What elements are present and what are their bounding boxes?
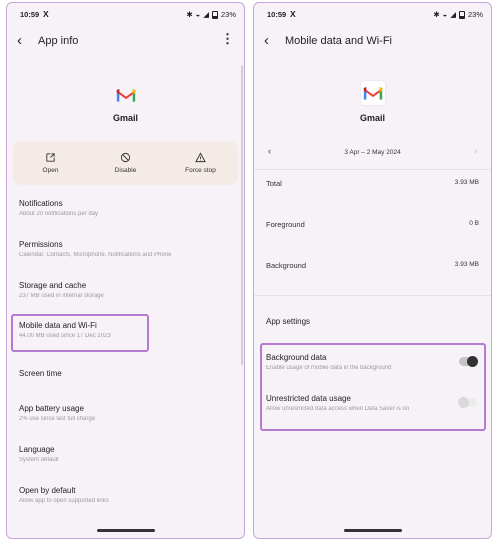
stat-value: 0 B xyxy=(469,220,479,227)
stat-label: Foreground xyxy=(266,220,305,229)
x-app-icon: X xyxy=(43,9,49,19)
divider xyxy=(254,295,491,296)
item-subtitle: Allow app to open supported links xyxy=(19,498,109,504)
stat-label: Total xyxy=(266,179,282,188)
foreground-usage-row: Foreground 0 B xyxy=(266,220,479,229)
item-title: Permissions xyxy=(19,240,63,249)
open-in-icon xyxy=(46,153,55,162)
app-bar: ‹ Mobile data and Wi-Fi xyxy=(254,29,491,55)
open-button[interactable]: Open xyxy=(13,141,88,185)
setting-subtitle: Allow unrestricted data access when Data… xyxy=(266,406,410,412)
app-icon-tile xyxy=(361,81,385,105)
toggle-knob xyxy=(458,396,469,408)
gmail-logo-icon xyxy=(116,89,136,102)
divider xyxy=(254,169,491,170)
open-label: Open xyxy=(42,167,59,174)
background-usage-row: Background 3.93 MB xyxy=(266,261,479,270)
unrestricted-data-toggle[interactable] xyxy=(458,396,477,408)
unrestricted-data-setting[interactable]: Unrestricted data usage Allow unrestrict… xyxy=(266,394,451,412)
background-data-toggle[interactable] xyxy=(459,355,478,367)
app-bar: ‹ App info ⋮ xyxy=(7,29,244,55)
open-by-default-item[interactable]: Open by default Allow app to open suppor… xyxy=(19,486,232,504)
battery-icon xyxy=(458,10,465,19)
item-subtitle: System default xyxy=(19,457,59,463)
disable-icon xyxy=(120,152,131,163)
battery-percent: 23% xyxy=(220,10,236,19)
page-title: App info xyxy=(38,35,79,47)
x-app-icon: X xyxy=(290,9,296,19)
warning-triangle-icon xyxy=(195,152,206,163)
background-data-setting[interactable]: Background data Enable usage of mobile d… xyxy=(266,353,451,371)
gesture-nav-bar[interactable] xyxy=(96,529,155,532)
gesture-nav-bar[interactable] xyxy=(343,529,402,532)
screen-time-item[interactable]: Screen time xyxy=(19,369,232,378)
status-time: 10:59 xyxy=(20,10,40,19)
item-title: Notifications xyxy=(19,199,63,208)
setting-subtitle: Enable usage of mobile data in the backg… xyxy=(266,365,392,371)
app-name: Gmail xyxy=(112,113,138,123)
scrollbar[interactable] xyxy=(241,65,243,365)
status-bar: 10:59 X ✱ ◒ ◢ 23% xyxy=(254,3,491,25)
disable-label: Disable xyxy=(114,167,137,174)
item-subtitle: About 20 notifications per day xyxy=(19,211,99,217)
back-arrow-icon[interactable]: ‹ xyxy=(17,32,22,49)
item-title: Screen time xyxy=(19,369,62,378)
signal-icon: ◢ xyxy=(450,10,456,19)
item-title: Storage and cache xyxy=(19,281,87,290)
gmail-logo-icon xyxy=(363,87,383,100)
page-title: Mobile data and Wi-Fi xyxy=(285,35,392,47)
mobile-data-highlight xyxy=(11,314,149,352)
mobile-data-screen: 10:59 X ✱ ◒ ◢ 23% ‹ Mobile data and Wi-F… xyxy=(253,2,492,539)
stat-value: 3.93 MB xyxy=(454,261,479,268)
notifications-item[interactable]: Notifications About 20 notifications per… xyxy=(19,199,232,217)
stat-label: Background xyxy=(266,261,307,270)
signal-icon: ◢ xyxy=(203,10,209,19)
back-arrow-icon[interactable]: ‹ xyxy=(264,32,269,49)
disable-button[interactable]: Disable xyxy=(88,141,163,185)
force-stop-label: Force stop xyxy=(185,167,216,174)
item-subtitle: 2% use since last full charge xyxy=(19,416,96,422)
app-battery-usage-item[interactable]: App battery usage 2% use since last full… xyxy=(19,404,232,422)
permissions-item[interactable]: Permissions Calendar, Contacts, Micropho… xyxy=(19,240,232,258)
bluetooth-icon: ✱ xyxy=(186,10,193,19)
stat-value: 3.93 MB xyxy=(454,179,479,186)
app-settings-heading: App settings xyxy=(266,317,311,326)
item-title: App battery usage xyxy=(19,404,84,413)
wifi-icon: ◒ xyxy=(195,10,201,19)
setting-title: Background data xyxy=(266,353,327,362)
toggle-knob xyxy=(467,355,478,367)
more-options-icon[interactable]: ⋮ xyxy=(221,31,234,47)
item-subtitle: 237 MB used in internal storage xyxy=(19,293,104,299)
item-subtitle: Calendar, Contacts, Microphone, Notifica… xyxy=(19,252,172,258)
app-actions-bar: Open Disable Force stop xyxy=(13,141,238,185)
app-info-screen: 10:59 X ✱ ◒ ◢ 23% ‹ App info ⋮ Gmail Ope… xyxy=(6,2,245,539)
bluetooth-icon: ✱ xyxy=(433,10,440,19)
total-usage-row: Total 3.93 MB xyxy=(266,179,479,188)
storage-cache-item[interactable]: Storage and cache 237 MB used in interna… xyxy=(19,281,232,299)
item-title: Language xyxy=(19,445,55,454)
language-item[interactable]: Language System default xyxy=(19,445,232,463)
system-status-icons: ✱ ◒ ◢ 23% xyxy=(433,10,483,19)
battery-percent: 23% xyxy=(467,10,483,19)
status-bar: 10:59 X ✱ ◒ ◢ 23% xyxy=(7,3,244,25)
date-range-selector: ‹ 3 Apr – 2 May 2024 › xyxy=(266,146,479,161)
battery-icon xyxy=(211,10,218,19)
system-status-icons: ✱ ◒ ◢ 23% xyxy=(186,10,236,19)
status-time: 10:59 xyxy=(267,10,287,19)
item-title: Open by default xyxy=(19,486,76,495)
app-name: Gmail xyxy=(359,113,385,123)
force-stop-button[interactable]: Force stop xyxy=(163,141,238,185)
date-range: 3 Apr – 2 May 2024 xyxy=(344,149,401,156)
wifi-icon: ◒ xyxy=(442,10,448,19)
next-period-icon[interactable]: › xyxy=(474,146,477,156)
setting-title: Unrestricted data usage xyxy=(266,394,351,403)
